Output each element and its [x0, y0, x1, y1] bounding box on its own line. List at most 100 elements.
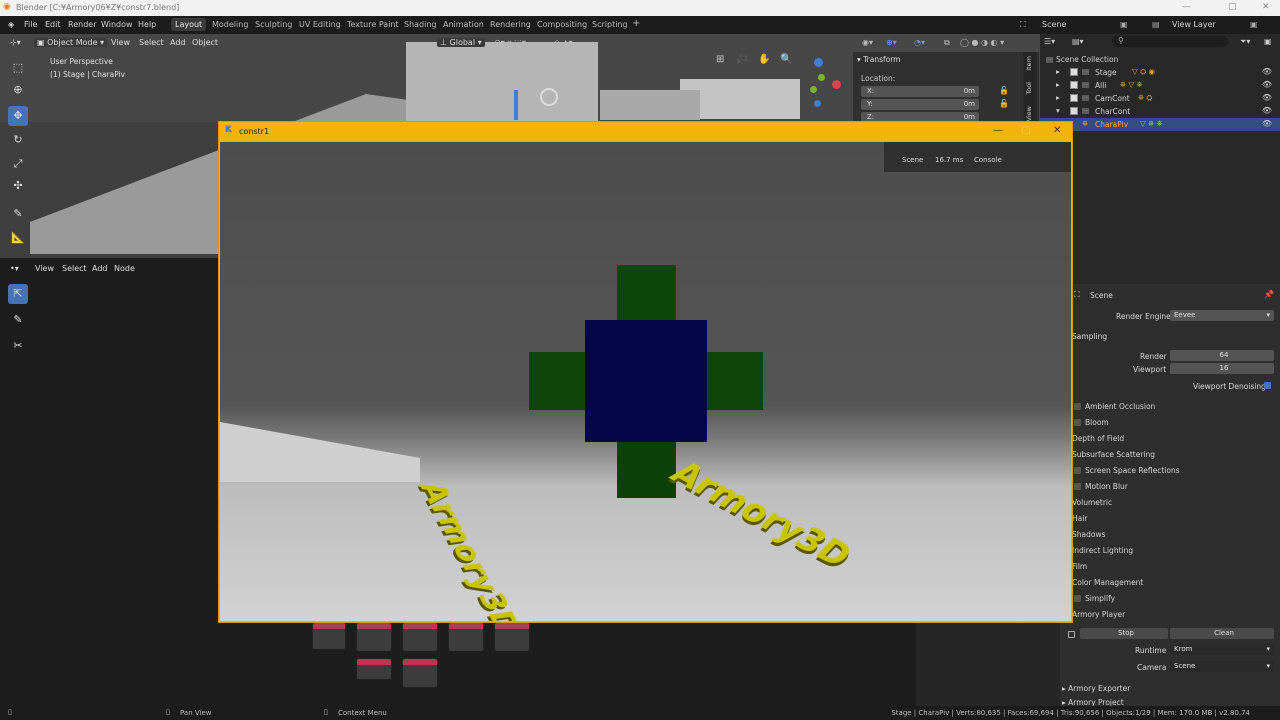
tab-sculpting[interactable]: Sculpting: [255, 20, 292, 29]
bloom-checkbox[interactable]: [1074, 419, 1081, 426]
minimize-button[interactable]: —: [1182, 2, 1191, 12]
axis-neg-y-icon[interactable]: [810, 86, 817, 93]
editor-type-icon[interactable]: ⊹▾: [10, 38, 21, 47]
expand-icon[interactable]: ▾: [1056, 106, 1060, 115]
game-canvas[interactable]: Scene 16.7 ms Console Armory3D Armory3D: [220, 142, 1071, 621]
visibility-icon[interactable]: ◉▾: [862, 38, 873, 47]
axis-z-icon[interactable]: [814, 58, 823, 67]
outliner-search-input[interactable]: ⚲: [1112, 36, 1228, 47]
object-gizmo[interactable]: [514, 90, 518, 120]
select-icon[interactable]: ⇱: [8, 284, 28, 304]
expand-icon[interactable]: ▸: [1056, 80, 1060, 89]
section-motion-blur[interactable]: Motion Blur: [1085, 482, 1128, 491]
pin-icon[interactable]: 📌: [1264, 290, 1274, 299]
add-workspace-icon[interactable]: +: [632, 18, 640, 29]
grid-view-icon[interactable]: ⊞: [716, 54, 724, 65]
tab-rendering[interactable]: Rendering: [490, 20, 531, 29]
xray-icon[interactable]: ⧉: [944, 38, 950, 48]
debug-console-tab[interactable]: Console: [974, 156, 1002, 164]
axis-y-icon[interactable]: [818, 74, 825, 81]
proportional-icon[interactable]: ◇ ∧▾: [554, 38, 573, 47]
tab-view[interactable]: View: [1025, 106, 1033, 121]
axis-neg-z-icon[interactable]: [814, 100, 821, 107]
measure-icon[interactable]: 📐: [8, 228, 28, 248]
snap-icon[interactable]: ⊙▾ ⌗ ⬚▾: [494, 38, 526, 48]
eye-icon[interactable]: 👁: [1262, 93, 1272, 102]
node-editor-type-icon[interactable]: •▾: [10, 264, 19, 273]
viewport-menu-select[interactable]: Select: [139, 38, 164, 47]
section-simplify[interactable]: Simplify: [1085, 594, 1115, 603]
outliner-item-camcont[interactable]: ▸ ▤ CamCont ⛯ ⛭ 👁: [1040, 92, 1280, 105]
node-menu-select[interactable]: Select: [62, 264, 87, 273]
new-view-layer-icon[interactable]: ▣: [1250, 20, 1258, 29]
node-menu-view[interactable]: View: [35, 264, 54, 273]
section-film[interactable]: Film: [1072, 562, 1087, 571]
outliner-item-stage[interactable]: ▸ ▤ Stage ▽ ⛭ ◉ 👁: [1040, 66, 1280, 79]
tab-uv-editing[interactable]: UV Editing: [299, 20, 341, 29]
expand-icon[interactable]: ▸: [1056, 67, 1060, 76]
menu-render[interactable]: Render: [68, 20, 96, 29]
menu-file[interactable]: File: [24, 20, 37, 29]
filter-icon[interactable]: ⏷▾: [1240, 37, 1250, 47]
new-collection-icon[interactable]: ▣: [1264, 37, 1272, 46]
section-color-management[interactable]: Color Management: [1072, 578, 1143, 587]
logic-node[interactable]: [402, 658, 438, 688]
game-minimize-button[interactable]: —: [993, 125, 1003, 136]
display-mode-icon[interactable]: ▤▾: [1072, 37, 1084, 46]
tab-texture-paint[interactable]: Texture Paint: [347, 20, 399, 29]
tab-animation[interactable]: Animation: [443, 20, 484, 29]
render-samples-field[interactable]: 64: [1170, 350, 1274, 361]
transform-icon[interactable]: ✣: [8, 176, 28, 196]
shading-modes-icon[interactable]: ◯ ● ◑ ◐ ▾: [960, 38, 1004, 47]
checkbox-icon[interactable]: [1070, 81, 1078, 89]
simplify-checkbox[interactable]: [1074, 595, 1081, 602]
section-depth-of-field[interactable]: Depth of Field: [1072, 434, 1124, 443]
eye-icon[interactable]: 👁: [1262, 67, 1272, 76]
logic-node[interactable]: [312, 622, 346, 650]
tab-layout[interactable]: Layout: [171, 18, 207, 31]
maximize-button[interactable]: ▢: [1228, 2, 1237, 12]
outliner-item-charcont[interactable]: ▾ ▤ CharCont 👁: [1040, 105, 1280, 118]
logic-node[interactable]: [356, 658, 392, 680]
tab-item[interactable]: Item: [1025, 56, 1033, 71]
viewport-menu-add[interactable]: Add: [170, 38, 186, 47]
camera-dropdown[interactable]: Scene ▾: [1170, 661, 1274, 672]
viewport-menu-view[interactable]: View: [111, 38, 130, 47]
object-mode-dropdown[interactable]: ▣ Object Mode ▾: [34, 38, 108, 47]
checkbox-icon[interactable]: [1070, 94, 1078, 102]
render-engine-dropdown[interactable]: Eevee ▾: [1170, 310, 1274, 321]
section-subsurface-scattering[interactable]: Subsurface Scattering: [1072, 450, 1155, 459]
runtime-dropdown[interactable]: Krom ▾: [1170, 644, 1274, 655]
checkbox-icon[interactable]: [1070, 68, 1078, 76]
logic-node[interactable]: [356, 622, 392, 652]
tab-scripting[interactable]: Scripting: [592, 20, 628, 29]
tab-tool[interactable]: Tool: [1025, 82, 1033, 95]
sampling-section[interactable]: Sampling: [1072, 332, 1107, 341]
eye-icon[interactable]: 👁: [1262, 119, 1272, 128]
stop-button[interactable]: Stop: [1080, 628, 1168, 639]
outliner-item-charapiv[interactable]: ⛯ CharaPiv ▽ ⛯ ⛯ 👁: [1040, 118, 1280, 131]
outliner-item-alli[interactable]: ▸ ▤ Alli ⛯ ▽ ⛯ 👁: [1040, 79, 1280, 92]
section-bloom[interactable]: Bloom: [1085, 418, 1109, 427]
tab-shading[interactable]: Shading: [404, 20, 437, 29]
overlay-icon[interactable]: ◔▾: [914, 38, 925, 47]
location-y-field[interactable]: Y: 0m: [861, 99, 979, 110]
eye-icon[interactable]: 👁: [1262, 80, 1272, 89]
camera-view-icon[interactable]: 🎥: [736, 54, 748, 65]
menu-window[interactable]: Window: [101, 20, 133, 29]
zoom-icon[interactable]: 🔍: [780, 54, 792, 65]
axis-x-icon[interactable]: [832, 80, 841, 89]
scale-icon[interactable]: ⤢: [8, 154, 28, 174]
viewport-denoising-checkbox[interactable]: [1264, 382, 1271, 389]
rotate-icon[interactable]: ↻: [8, 130, 28, 150]
expand-icon[interactable]: ▸: [1056, 93, 1060, 102]
menu-help[interactable]: Help: [138, 20, 156, 29]
new-scene-icon[interactable]: ▣: [1120, 20, 1128, 29]
section-ssr[interactable]: Screen Space Reflections: [1085, 466, 1180, 475]
section-hair[interactable]: Hair: [1072, 514, 1087, 523]
close-button[interactable]: ✕: [1262, 2, 1270, 12]
viewport-samples-field[interactable]: 16: [1170, 363, 1274, 374]
location-x-field[interactable]: X: 0m: [861, 86, 979, 97]
select-box-icon[interactable]: ⬚: [8, 58, 28, 78]
ssr-checkbox[interactable]: [1074, 467, 1081, 474]
